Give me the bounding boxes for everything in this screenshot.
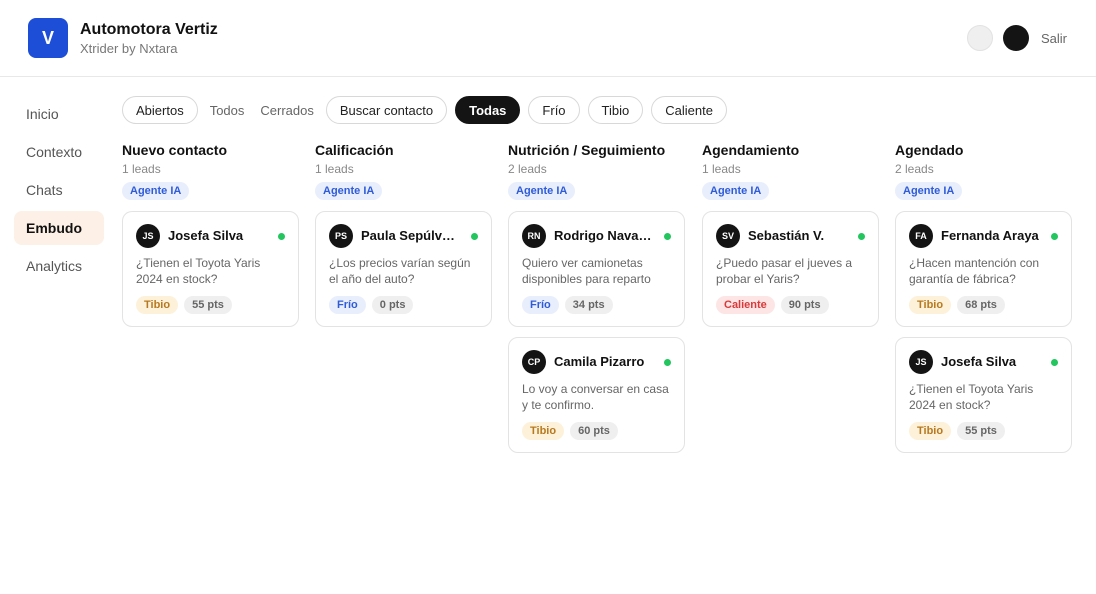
temperature-badge: Frío — [329, 296, 366, 314]
lead-name: Paula Sepúlveda — [361, 228, 461, 243]
column-title: Nutrición / Seguimiento — [508, 142, 666, 158]
sidebar-item-inicio[interactable]: Inicio — [14, 97, 104, 131]
avatar: JS — [909, 350, 933, 374]
sidebar-item-analytics[interactable]: Analytics — [14, 249, 104, 283]
theme-light-toggle[interactable] — [967, 25, 993, 51]
filter-caliente[interactable]: Caliente — [651, 96, 727, 124]
column-count: 1 leads — [315, 162, 354, 176]
lead-message: Quiero ver camionetas disponibles para r… — [522, 256, 651, 286]
agent-badge: Agente IA — [508, 182, 576, 200]
online-status-icon — [278, 233, 285, 240]
kanban-column: Agendamiento 1 leads Agente IA SV Sebast… — [702, 141, 879, 327]
agent-badge: Agente IA — [895, 182, 963, 200]
temperature-badge: Tibio — [522, 422, 565, 440]
app-subtitle: Xtrider by Nxtara — [80, 41, 178, 56]
column-title: Nuevo contacto — [122, 142, 228, 158]
kanban-column: Nuevo contacto 1 leads Agente IA JS Jose… — [122, 141, 299, 327]
lead-name: Josefa Silva — [941, 354, 1017, 369]
agent-badge: Agente IA — [315, 182, 383, 200]
score-badge: 90 pts — [780, 296, 829, 314]
score-badge: 55 pts — [957, 422, 1005, 440]
filter-todos[interactable]: Todos — [206, 96, 249, 124]
sidebar-item-chats[interactable]: Chats — [14, 173, 104, 207]
lead-name: Josefa Silva — [168, 228, 244, 243]
agent-badge: Agente IA — [122, 182, 190, 200]
score-badge: 34 pts — [564, 296, 613, 314]
temperature-badge: Tibio — [136, 296, 179, 314]
score-badge: 55 pts — [184, 296, 232, 314]
app-header: V Automotora Vertiz Xtrider by Nxtara Sa… — [0, 0, 1096, 77]
avatar: PS — [329, 224, 353, 248]
app-logo: V — [28, 18, 68, 58]
lead-card[interactable]: PS Paula Sepúlveda ¿Los precios varían s… — [315, 211, 492, 327]
column-count: 1 leads — [122, 162, 161, 176]
column-title: Agendamiento — [702, 142, 800, 158]
online-status-icon — [664, 359, 671, 366]
temperature-badge: Tibio — [909, 422, 952, 440]
lead-message: ¿Puedo pasar el jueves a probar el Yaris… — [716, 256, 853, 286]
column-title: Agendado — [895, 142, 964, 158]
logout-button[interactable]: Salir — [1041, 31, 1067, 46]
avatar: CP — [522, 350, 546, 374]
column-count: 1 leads — [702, 162, 741, 176]
lead-message: ¿Tienen el Toyota Yaris 2024 en stock? — [136, 256, 261, 286]
lead-card[interactable]: SV Sebastián V. ¿Puedo pasar el jueves a… — [702, 211, 879, 327]
sidebar-item-contexto[interactable]: Contexto — [14, 135, 104, 169]
avatar: RN — [522, 224, 546, 248]
sidebar-item-embudo[interactable]: Embudo — [14, 211, 104, 245]
filter-tibio[interactable]: Tibio — [587, 96, 644, 124]
sidebar-nav: Inicio Contexto Chats Embudo Analytics — [14, 97, 104, 287]
lead-card[interactable]: RN Rodrigo Navarro Quiero ver camionetas… — [508, 211, 685, 327]
temperature-badge: Tibio — [909, 296, 952, 314]
filter-abiertos[interactable]: Abiertos — [122, 96, 198, 124]
theme-dark-toggle[interactable] — [1003, 25, 1029, 51]
temperature-badge: Caliente — [716, 296, 775, 314]
lead-name: Camila Pizarro — [554, 354, 645, 369]
lead-card[interactable]: JS Josefa Silva ¿Tienen el Toyota Yaris … — [895, 337, 1072, 453]
score-badge: 60 pts — [570, 422, 618, 440]
column-title: Calificación — [315, 142, 394, 158]
avatar: SV — [716, 224, 740, 248]
avatar: JS — [136, 224, 160, 248]
lead-message: Lo voy a conversar en casa y te confirmo… — [522, 382, 669, 412]
avatar: FA — [909, 224, 933, 248]
online-status-icon — [471, 233, 478, 240]
agent-badge: Agente IA — [702, 182, 770, 200]
online-status-icon — [1051, 233, 1058, 240]
lead-message: ¿Tienen el Toyota Yaris 2024 en stock? — [909, 382, 1034, 412]
temperature-badge: Frío — [522, 296, 559, 314]
lead-card[interactable]: CP Camila Pizarro Lo voy a conversar en … — [508, 337, 685, 453]
lead-message: ¿Hacen mantención con garantía de fábric… — [909, 256, 1040, 286]
score-badge: 68 pts — [957, 296, 1005, 314]
filter-frio[interactable]: Frío — [528, 96, 580, 124]
lead-name: Rodrigo Navarro — [554, 228, 654, 243]
column-count: 2 leads — [895, 162, 934, 176]
kanban-column: Nutrición / Seguimiento 2 leads Agente I… — [508, 141, 685, 453]
online-status-icon — [664, 233, 671, 240]
online-status-icon — [858, 233, 865, 240]
lead-card[interactable]: JS Josefa Silva ¿Tienen el Toyota Yaris … — [122, 211, 299, 327]
kanban-column: Agendado 2 leads Agente IA FA Fernanda A… — [895, 141, 1072, 453]
filter-bar: Abiertos Todos Cerrados Buscar contacto … — [122, 96, 735, 124]
lead-name: Fernanda Araya — [941, 228, 1039, 243]
app-title: Automotora Vertiz — [80, 21, 218, 38]
filter-cerrados[interactable]: Cerrados — [256, 96, 317, 124]
kanban-column: Calificación 1 leads Agente IA PS Paula … — [315, 141, 492, 327]
lead-card[interactable]: FA Fernanda Araya ¿Hacen mantención con … — [895, 211, 1072, 327]
lead-name: Sebastián V. — [748, 228, 825, 243]
filter-todas[interactable]: Todas — [455, 96, 521, 124]
column-count: 2 leads — [508, 162, 547, 176]
lead-message: ¿Los precios varían según el año del aut… — [329, 256, 471, 286]
online-status-icon — [1051, 359, 1058, 366]
score-badge: 0 pts — [371, 296, 414, 314]
search-contact-button[interactable]: Buscar contacto — [325, 96, 448, 124]
